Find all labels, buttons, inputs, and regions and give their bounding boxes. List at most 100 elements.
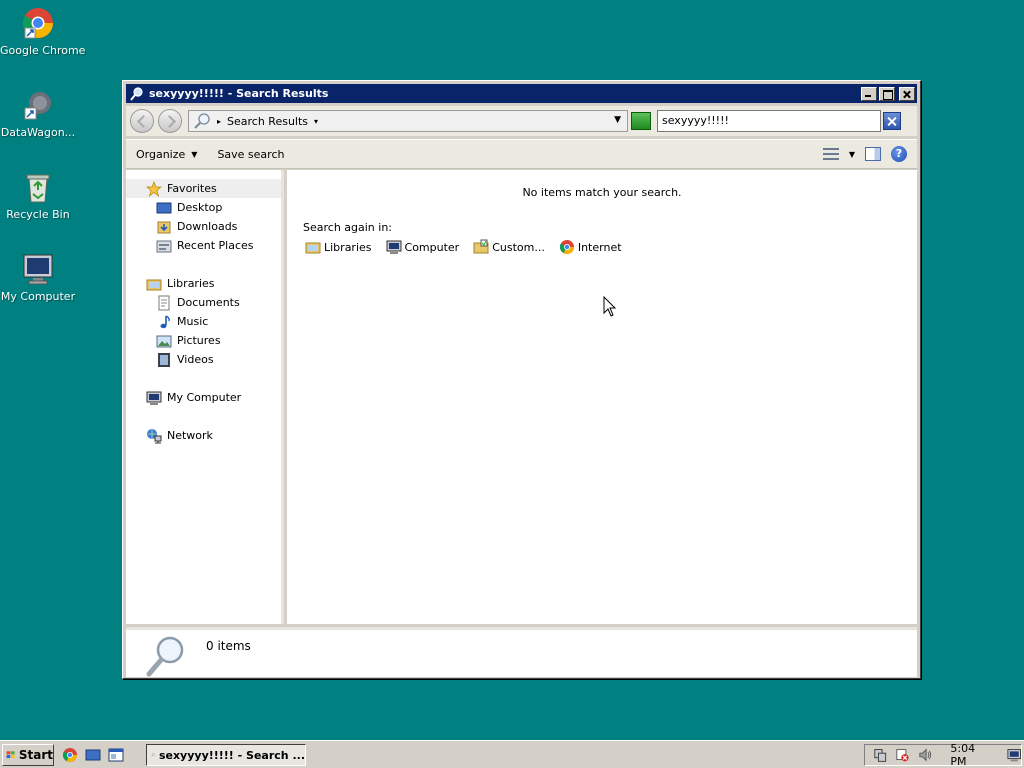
volume-icon[interactable] (918, 747, 932, 763)
libraries-icon (305, 242, 321, 254)
start-button[interactable]: Start (2, 744, 54, 766)
title-bar[interactable]: sexyyyy!!!!! - Search Results (126, 84, 917, 103)
desktop-icon-my-computer[interactable]: My Computer (0, 252, 76, 303)
chrome-quicklaunch-icon[interactable] (62, 747, 78, 763)
navigation-pane: Favorites Desktop Downloads Recent Place… (126, 170, 284, 624)
organize-label: Organize (136, 147, 186, 161)
breadcrumb-dropdown-icon[interactable]: ▾ (314, 117, 318, 126)
documents-icon (158, 295, 170, 310)
security-alert-icon[interactable] (895, 747, 910, 763)
explorer-quicklaunch-icon[interactable] (108, 747, 124, 763)
recycle-bin-icon (21, 170, 55, 204)
desktop-icon-datawagon[interactable]: DataWagon... (0, 88, 76, 139)
nav-item-libraries[interactable]: Libraries (126, 274, 215, 293)
desktop-icon (156, 202, 172, 213)
desktop-icon-google-chrome[interactable]: Google Chrome (0, 6, 86, 57)
maximize-button[interactable] (879, 86, 895, 101)
desktop-icon-label: DataWagon... (0, 126, 76, 139)
address-row: ▸ Search Results ▾ ▼ sexyyyy!!!!! (126, 106, 917, 136)
nav-label: Music (177, 315, 209, 328)
location-label: Internet (577, 240, 622, 254)
start-label: Start (18, 748, 53, 762)
nav-label: Favorites (167, 182, 217, 195)
details-pane: 0 items (126, 627, 917, 677)
clear-search-button[interactable] (883, 112, 901, 130)
windows-flag-icon (6, 751, 15, 759)
close-button[interactable] (899, 86, 915, 101)
nav-label: Documents (177, 296, 240, 309)
view-options-chevron-icon[interactable]: ▼ (849, 150, 855, 159)
nav-item-downloads[interactable]: Downloads (126, 217, 237, 236)
breadcrumb-location[interactable]: Search Results (227, 115, 308, 128)
search-icon (194, 113, 210, 129)
search-again-computer-link[interactable]: Computer (386, 239, 460, 255)
location-label: Libraries (324, 240, 372, 254)
nav-label: Videos (177, 353, 214, 366)
desktop-icon-recycle-bin[interactable]: Recycle Bin (0, 170, 76, 221)
nav-item-music[interactable]: Music (126, 312, 208, 331)
change-view-icon[interactable] (822, 148, 839, 160)
magnifier-icon (146, 636, 184, 677)
nav-label: Desktop (177, 201, 223, 214)
desktop-icon-label: Google Chrome (0, 44, 86, 57)
desktop-icon-label: My Computer (0, 290, 76, 303)
nav-label: Pictures (177, 334, 221, 347)
search-icon (130, 86, 143, 101)
search-again-locations: Libraries Computer Custom... Internet (305, 239, 636, 255)
clock[interactable]: 5:04 PM (950, 742, 990, 768)
location-label: Computer (404, 240, 460, 254)
search-input[interactable]: sexyyyy!!!!! (657, 110, 881, 132)
search-again-custom-link[interactable]: Custom... (473, 239, 545, 255)
search-icon (151, 753, 155, 757)
nav-label: Recent Places (177, 239, 254, 252)
nav-label: Libraries (167, 277, 215, 290)
nav-item-my-computer[interactable]: My Computer (126, 388, 241, 407)
results-pane[interactable]: No items match your search. Search again… (287, 170, 917, 624)
network-icon (147, 428, 162, 443)
forward-button[interactable] (158, 109, 182, 133)
network-tray-icon[interactable] (873, 747, 887, 763)
nav-item-pictures[interactable]: Pictures (126, 331, 221, 350)
nav-item-favorites[interactable]: Favorites (126, 179, 281, 198)
nav-item-videos[interactable]: Videos (126, 350, 214, 369)
computer-icon (21, 252, 55, 286)
minimize-button[interactable] (861, 86, 877, 101)
shortcut-icon (21, 88, 55, 122)
chrome-icon (559, 240, 574, 254)
search-again-libraries-link[interactable]: Libraries (305, 239, 372, 255)
preview-pane-icon[interactable] (865, 147, 881, 161)
help-icon[interactable]: ? (891, 146, 907, 162)
chrome-icon (21, 6, 55, 40)
back-button[interactable] (130, 109, 154, 133)
recent-places-icon (156, 240, 172, 252)
nav-item-documents[interactable]: Documents (126, 293, 240, 312)
music-icon (160, 314, 170, 328)
downloads-folder-icon (157, 221, 171, 233)
desktop-icon-label: Recycle Bin (6, 208, 70, 221)
taskbar-window-button[interactable]: sexyyyy!!!!! - Search ... (146, 744, 306, 766)
search-again-internet-link[interactable]: Internet (559, 239, 622, 255)
item-count: 0 items (206, 639, 251, 653)
videos-icon (158, 352, 170, 367)
nav-item-recent-places[interactable]: Recent Places (126, 236, 254, 255)
star-icon (146, 180, 162, 197)
show-desktop-icon[interactable] (85, 747, 101, 763)
libraries-icon (146, 279, 162, 290)
system-tray: 5:04 PM (864, 742, 1022, 768)
save-search-button[interactable]: Save search (207, 148, 294, 161)
breadcrumb-separator-icon[interactable]: ▸ (217, 117, 221, 126)
address-history-dropdown-icon[interactable]: ▼ (614, 115, 621, 125)
nav-item-desktop[interactable]: Desktop (126, 198, 222, 217)
location-label: Custom... (492, 240, 545, 254)
taskbar: Start sexyyyy!!!!! - Search ... 5:04 PM (0, 740, 1024, 768)
refresh-button[interactable] (631, 112, 651, 130)
computer-icon (146, 391, 162, 405)
pictures-icon (156, 335, 172, 347)
nav-label: Network (167, 429, 213, 442)
taskbar-window-label: sexyyyy!!!!! - Search ... (158, 748, 305, 762)
nav-label: Downloads (177, 220, 238, 233)
show-desktop-tray-icon[interactable] (1006, 747, 1021, 763)
nav-item-network[interactable]: Network (126, 426, 213, 445)
address-bar[interactable]: ▸ Search Results ▾ ▼ (188, 110, 628, 132)
organize-button[interactable]: Organize ▼ (126, 148, 207, 161)
